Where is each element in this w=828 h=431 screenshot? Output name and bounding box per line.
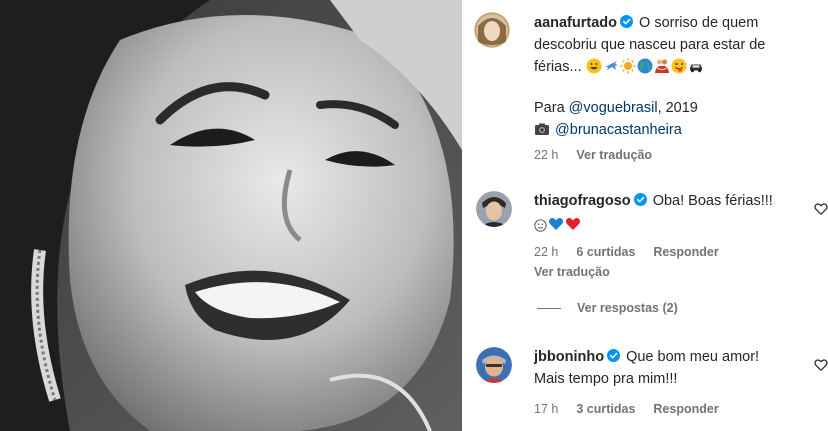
camera-icon [535,123,549,135]
avatar[interactable] [474,12,510,48]
verified-badge-icon [607,349,621,362]
view-replies-label: Ver respostas (2) [577,301,678,315]
grinning-face-icon [586,58,602,74]
replies-divider [537,307,561,309]
comment-meta: 22 h 6 curtidas Responder [534,245,719,259]
winking-tongue-face-icon [671,58,687,74]
avatar[interactable] [476,191,512,227]
comment-text: Oba! Boas férias!!! [652,193,773,209]
comment-text-line-1: Que bom meu amor! [626,349,760,365]
comment-username[interactable]: jbboninho [534,349,604,365]
portrait-image [0,0,462,431]
like-heart-icon[interactable] [814,202,828,216]
globe-icon [637,58,653,74]
mention-link[interactable]: @voguebrasil [569,100,658,116]
comment: thiagofragoso Oba! Boas férias!!! [534,190,804,236]
caption-text-line-3: férias... [534,59,582,75]
people-hugging-icon [654,59,669,73]
blue-heart-icon [548,218,564,230]
verified-badge-icon [620,15,633,28]
comment-username[interactable]: thiagofragoso [534,193,631,209]
mention-link[interactable]: @brunacastanheira [555,122,682,138]
likes-count[interactable]: 6 curtidas [576,245,635,259]
likes-count[interactable]: 3 curtidas [576,402,635,416]
verified-badge-icon [633,193,647,206]
timestamp[interactable]: 22 h [534,148,558,162]
view-replies-button[interactable]: Ver respostas (2) [537,301,678,315]
comments-panel: aanafurtado O sorriso de quem descobriu … [462,0,828,431]
timestamp[interactable]: 22 h [534,245,558,259]
caption-credit-suffix: , 2019 [657,100,698,116]
caption-text-line-1: O sorriso de quem [639,15,759,31]
reply-button[interactable]: Responder [653,245,718,259]
red-heart-icon [565,218,581,230]
timestamp[interactable]: 17 h [534,402,558,416]
caption-meta: 22 h Ver tradução [534,148,652,162]
caption-credit: Para @voguebrasil, 2019 @brunacastanheir… [534,97,824,141]
caption-credit-prefix: Para [534,100,565,116]
translate-button[interactable]: Ver tradução [534,265,610,279]
comment-text-line-2: Mais tempo pra mim!!! [534,371,678,387]
caption-text-line-2: descobriu que nasceu para estar de [534,37,766,53]
comment: jbboninho Que bom meu amor! Mais tempo p… [534,346,804,390]
smiling-face-icon [534,219,547,232]
comment-meta: 17 h 3 curtidas Responder [534,402,719,416]
car-icon [689,64,702,73]
post-photo[interactable] [0,0,462,431]
reply-button[interactable]: Responder [653,402,718,416]
translate-button[interactable]: Ver tradução [576,148,652,162]
airplane-icon [604,61,618,70]
like-heart-icon[interactable] [814,358,828,372]
caption-username[interactable]: aanafurtado [534,15,617,31]
avatar[interactable] [476,347,512,383]
sun-icon [620,58,636,74]
caption: aanafurtado O sorriso de quem descobriu … [534,12,824,78]
